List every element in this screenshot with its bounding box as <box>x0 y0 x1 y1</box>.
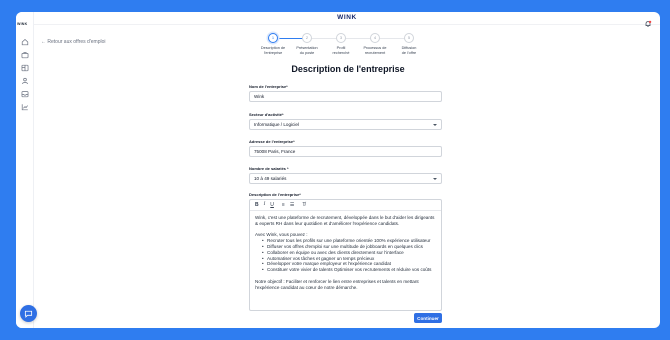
description-label: Description de l'entreprise* <box>249 192 301 197</box>
page-title: Description de l'entreprise <box>291 64 405 74</box>
step-number: 4 <box>370 33 380 43</box>
step-label: de l'offre <box>401 50 417 55</box>
description-intro: Wink, c'est une plateforme de recrutemen… <box>255 215 435 226</box>
step-label: l'entreprise <box>263 50 283 55</box>
briefcase-icon[interactable] <box>21 51 29 59</box>
sector-value: Informatique / Logiciel <box>254 122 299 127</box>
company-name-value: Wink <box>254 94 265 99</box>
bullet-list-button[interactable]: ☰ <box>290 202 294 208</box>
employees-select[interactable]: 10 à 49 salariés <box>249 173 442 184</box>
step-1[interactable]: 1 Description de l'entreprise <box>256 32 290 55</box>
clear-format-button[interactable]: T̸ <box>302 202 305 208</box>
step-3[interactable]: 3 Profil recherché <box>324 32 358 55</box>
description-group: Description de l'entreprise* B I U ≡ ☰ T… <box>249 192 442 311</box>
editor-content[interactable]: Wink, c'est une plateforme de recrutemen… <box>250 211 441 294</box>
top-bar: WINK <box>34 12 660 27</box>
step-number: 1 <box>268 33 278 43</box>
step-5[interactable]: 5 Diffusion de l'offre <box>392 32 426 55</box>
list-item: Constituer votre vivier de talents Optim… <box>262 267 436 273</box>
chat-icon <box>24 310 33 318</box>
step-4[interactable]: 4 Processus de recrutement <box>358 32 392 55</box>
step-label: Description de <box>260 46 286 50</box>
company-name-input[interactable]: Wink <box>249 91 442 102</box>
step-label: Profil <box>336 46 346 50</box>
address-input[interactable]: 75008 Paris, France <box>249 146 442 157</box>
step-number: 3 <box>336 33 346 43</box>
underline-button[interactable]: U <box>270 202 274 208</box>
chevron-down-icon <box>433 123 437 126</box>
step-label: du poste <box>299 50 315 55</box>
brand-logo: WINK <box>337 14 357 21</box>
app-window: WINK WINK ← Retour aux offres d'emploi 1… <box>16 12 660 328</box>
italic-button[interactable]: I <box>264 202 266 208</box>
sector-label: Secteur d'activité* <box>249 112 284 117</box>
editor-toolbar: B I U ≡ ☰ T̸ <box>250 200 441 211</box>
bold-button[interactable]: B <box>255 202 259 208</box>
employees-label: Nombre de salariés * <box>249 166 289 171</box>
continue-button[interactable]: Continuer <box>414 313 442 323</box>
inbox-icon[interactable] <box>21 90 29 98</box>
step-number: 5 <box>404 33 414 43</box>
ordered-list-button[interactable]: ≡ <box>282 202 285 208</box>
sidebar-logo: WINK <box>17 22 28 26</box>
chevron-down-icon <box>433 177 437 180</box>
users-icon[interactable] <box>21 77 29 85</box>
step-number: 2 <box>302 33 312 43</box>
description-bullet-list: Recruter tous les profils sur une platef… <box>255 238 436 273</box>
bell-icon[interactable] <box>644 15 652 27</box>
description-objective: Notre objectif : Faciliter et renforcer … <box>255 278 419 290</box>
sidebar: WINK <box>16 12 34 328</box>
progress-stepper: 1 Description de l'entreprise 2 Présentat… <box>256 32 416 60</box>
employees-group: Nombre de salariés * 10 à 49 salariés <box>249 166 442 184</box>
chat-button[interactable] <box>20 305 37 322</box>
back-to-jobs-link[interactable]: ← Retour aux offres d'emploi <box>41 39 106 45</box>
address-value: 75008 Paris, France <box>254 149 296 154</box>
description-editor[interactable]: B I U ≡ ☰ T̸ Wink, c'est une plateforme … <box>249 199 442 311</box>
step-label: Présentation <box>296 46 318 50</box>
step-label: recherché <box>332 50 350 55</box>
step-label: Diffusion <box>401 46 417 50</box>
sector-select[interactable]: Informatique / Logiciel <box>249 119 442 130</box>
employees-value: 10 à 49 salariés <box>254 176 287 181</box>
address-group: Adresse de l'entreprise* 75008 Paris, Fr… <box>249 139 442 157</box>
company-name-group: Nom de l'entreprise* Wink <box>249 84 442 102</box>
step-label: recrutement <box>364 50 386 55</box>
board-icon[interactable] <box>21 64 29 72</box>
sector-group: Secteur d'activité* Informatique / Logic… <box>249 112 442 130</box>
back-link-label: ← Retour aux offres d'emploi <box>41 39 106 45</box>
step-label: Processus de <box>363 46 387 50</box>
home-icon[interactable] <box>21 38 29 46</box>
analytics-icon[interactable] <box>21 103 29 111</box>
address-label: Adresse de l'entreprise* <box>249 139 295 144</box>
step-2[interactable]: 2 Présentation du poste <box>290 32 324 55</box>
company-name-label: Nom de l'entreprise* <box>249 84 288 89</box>
